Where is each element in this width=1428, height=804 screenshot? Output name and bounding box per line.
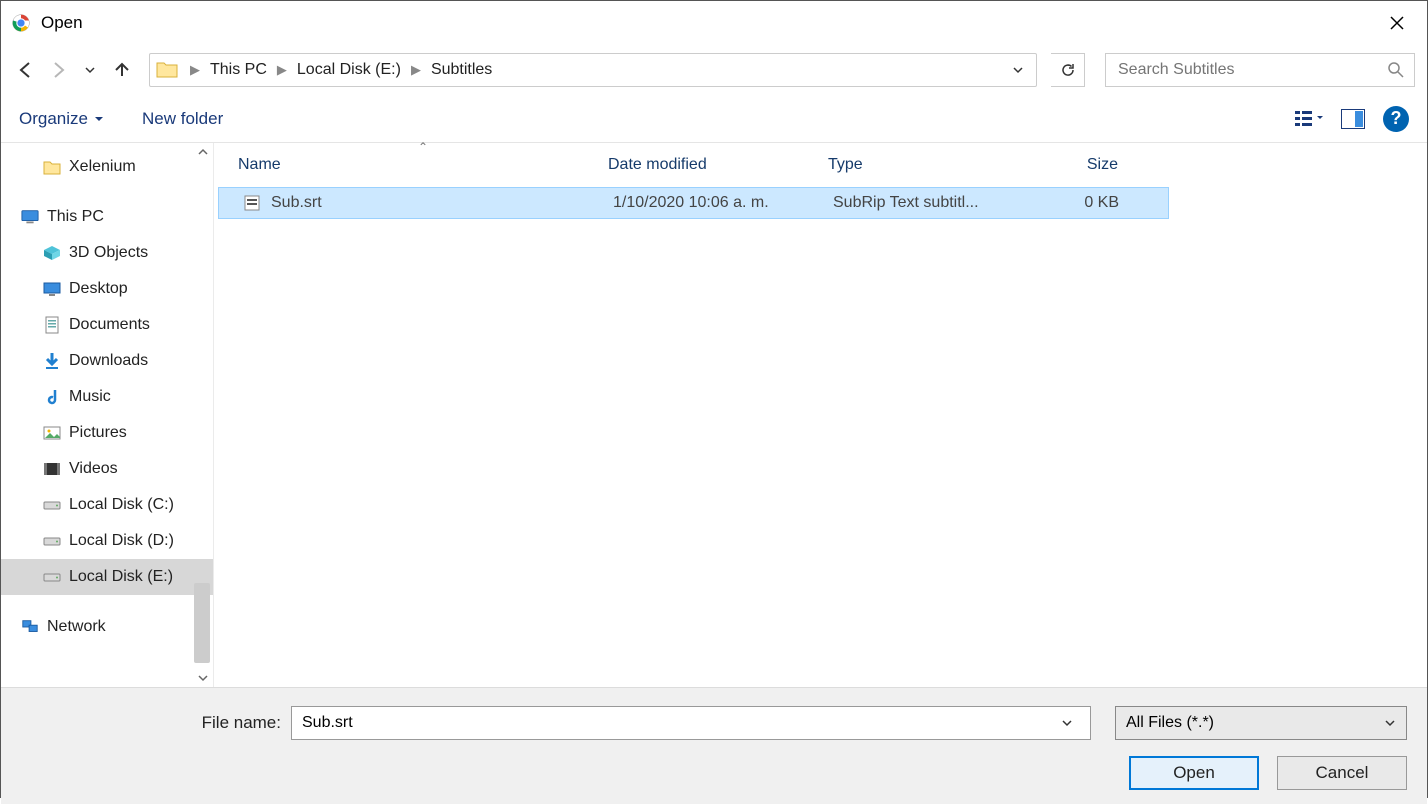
open-button[interactable]: Open: [1129, 756, 1259, 790]
search-box[interactable]: [1105, 53, 1415, 87]
search-input[interactable]: [1116, 60, 1388, 80]
drive-icon: [43, 496, 61, 514]
filename-dropdown[interactable]: [1061, 717, 1082, 729]
desktop-icon: [43, 280, 61, 298]
cancel-button[interactable]: Cancel: [1277, 756, 1407, 790]
recent-locations-button[interactable]: [77, 57, 103, 83]
sidebar-item-3d-objects[interactable]: 3D Objects: [1, 235, 213, 271]
file-date: 1/10/2020 10:06 a. m.: [613, 194, 833, 212]
filename-input[interactable]: [300, 713, 1061, 733]
sidebar-item-label: Network: [47, 618, 106, 636]
breadcrumb-subtitles[interactable]: Subtitles: [427, 54, 496, 86]
sidebar-item-xelenium[interactable]: Xelenium: [1, 149, 213, 185]
sidebar-item-label: Videos: [69, 460, 118, 478]
folder-icon: [156, 60, 178, 80]
file-row-selected[interactable]: Sub.srt 1/10/2020 10:06 a. m. SubRip Tex…: [218, 187, 1169, 219]
column-size[interactable]: Size: [1008, 156, 1118, 174]
chevron-right-icon[interactable]: ▶: [405, 62, 427, 78]
search-icon: [1388, 62, 1404, 78]
filter-label: All Files (*.*): [1126, 714, 1384, 732]
footer: File name: All Files (*.*) Open Cancel: [1, 687, 1427, 804]
drive-icon: [43, 568, 61, 586]
filename-label: File name:: [21, 713, 281, 733]
back-button[interactable]: [13, 57, 39, 83]
folder-icon: [43, 158, 61, 176]
refresh-button[interactable]: [1051, 53, 1085, 87]
drive-icon: [43, 532, 61, 550]
chevron-right-icon[interactable]: ▶: [271, 62, 293, 78]
chevron-right-icon[interactable]: ▶: [184, 62, 206, 78]
sidebar-item-label: Music: [69, 388, 111, 406]
up-button[interactable]: [109, 57, 135, 83]
sidebar-item-videos[interactable]: Videos: [1, 451, 213, 487]
breadcrumb-this-pc[interactable]: This PC: [206, 54, 271, 86]
toolbar: Organize New folder ?: [1, 95, 1427, 143]
sidebar-item-label: 3D Objects: [69, 244, 148, 262]
sidebar-item-desktop[interactable]: Desktop: [1, 271, 213, 307]
sidebar-item-music[interactable]: Music: [1, 379, 213, 415]
sidebar-scrollbar[interactable]: [193, 143, 213, 687]
filetype-filter[interactable]: All Files (*.*): [1115, 706, 1407, 740]
organize-label: Organize: [19, 109, 88, 129]
file-type: SubRip Text subtitl...: [833, 194, 1013, 212]
preview-pane-button[interactable]: [1341, 109, 1365, 129]
music-icon: [43, 388, 61, 406]
sidebar-item-this-pc[interactable]: This PC: [1, 199, 213, 235]
doc-icon: [43, 316, 61, 334]
view-options-button[interactable]: [1295, 109, 1323, 129]
organize-button[interactable]: Organize: [19, 109, 104, 129]
scroll-up-button[interactable]: [194, 143, 212, 161]
address-dropdown[interactable]: [1012, 64, 1030, 76]
breadcrumb-local-disk-e[interactable]: Local Disk (E:): [293, 54, 405, 86]
sidebar: Xelenium This PC 3D Objects Desktop Docume…: [1, 143, 213, 687]
cube-icon: [43, 244, 61, 262]
sidebar-item-label: Local Disk (C:): [69, 496, 174, 514]
new-folder-button[interactable]: New folder: [142, 109, 223, 129]
window-title: Open: [41, 13, 83, 33]
sidebar-item-label: Desktop: [69, 280, 128, 298]
sidebar-item-documents[interactable]: Documents: [1, 307, 213, 343]
file-size: 0 KB: [1013, 194, 1123, 212]
forward-button[interactable]: [45, 57, 71, 83]
column-type[interactable]: Type: [828, 156, 1008, 174]
close-button[interactable]: [1377, 3, 1417, 43]
sidebar-item-network[interactable]: Network: [1, 609, 213, 645]
picture-icon: [43, 424, 61, 442]
filename-combobox[interactable]: [291, 706, 1091, 740]
sidebar-item-local-disk-d[interactable]: Local Disk (D:): [1, 523, 213, 559]
column-headers: Name ⌃ Date modified Type Size: [214, 143, 1427, 187]
sidebar-item-downloads[interactable]: Downloads: [1, 343, 213, 379]
sort-ascending-icon: ⌃: [418, 140, 428, 154]
download-icon: [43, 352, 61, 370]
network-icon: [21, 618, 39, 636]
file-name: Sub.srt: [271, 194, 322, 212]
column-date[interactable]: Date modified: [608, 156, 828, 174]
sidebar-item-label: Local Disk (D:): [69, 532, 174, 550]
chrome-icon: [11, 13, 31, 33]
scroll-thumb[interactable]: [194, 583, 210, 663]
sidebar-item-label: Local Disk (E:): [69, 568, 173, 586]
column-label: Name: [238, 156, 281, 173]
sidebar-item-label: Downloads: [69, 352, 148, 370]
column-name[interactable]: Name ⌃: [238, 156, 608, 174]
titlebar: Open: [1, 1, 1427, 45]
address-bar[interactable]: ▶ This PC ▶ Local Disk (E:) ▶ Subtitles: [149, 53, 1037, 87]
file-list: Name ⌃ Date modified Type Size Sub.srt 1…: [213, 143, 1427, 687]
sidebar-item-label: This PC: [47, 208, 104, 226]
video-icon: [43, 460, 61, 478]
help-button[interactable]: ?: [1383, 106, 1409, 132]
sidebar-item-local-disk-e[interactable]: Local Disk (E:): [1, 559, 213, 595]
scroll-down-button[interactable]: [194, 669, 212, 687]
nav-row: ▶ This PC ▶ Local Disk (E:) ▶ Subtitles: [1, 45, 1427, 95]
sidebar-item-local-disk-c[interactable]: Local Disk (C:): [1, 487, 213, 523]
srt-file-icon: [243, 194, 261, 212]
sidebar-item-label: Xelenium: [69, 158, 136, 176]
sidebar-item-label: Documents: [69, 316, 150, 334]
sidebar-item-pictures[interactable]: Pictures: [1, 415, 213, 451]
sidebar-item-label: Pictures: [69, 424, 127, 442]
monitor-icon: [21, 208, 39, 226]
